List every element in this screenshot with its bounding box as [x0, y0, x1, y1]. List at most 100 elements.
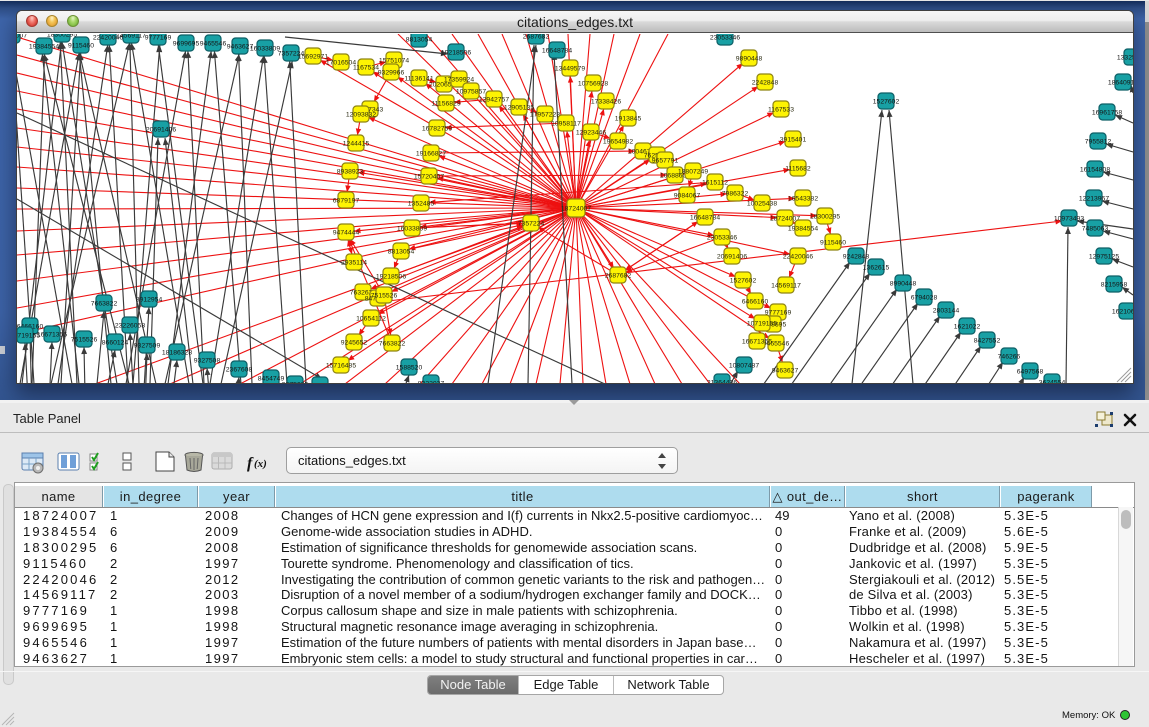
- svg-text:18640910: 18640910: [1108, 79, 1133, 86]
- svg-text:9463627: 9463627: [772, 367, 799, 374]
- svg-text:23053346: 23053346: [710, 34, 740, 41]
- svg-text:16671355: 16671355: [742, 338, 772, 345]
- svg-text:1913845: 1913845: [615, 115, 642, 122]
- svg-text:9242848: 9242848: [843, 253, 870, 260]
- svg-text:12975125: 12975125: [1089, 253, 1119, 260]
- svg-text:8813054: 8813054: [388, 248, 415, 255]
- svg-text:15720407: 15720407: [414, 173, 444, 180]
- svg-text:10975857: 10975857: [456, 88, 486, 95]
- svg-text:3875685: 3875685: [282, 381, 309, 383]
- svg-text:16648784: 16648784: [542, 47, 572, 54]
- svg-text:12093832: 12093832: [346, 111, 376, 118]
- svg-text:16543382: 16543382: [788, 195, 818, 202]
- svg-text:3915401: 3915401: [780, 136, 807, 143]
- svg-text:9890448: 9890448: [736, 55, 763, 62]
- svg-text:1527602: 1527602: [873, 98, 900, 105]
- svg-text:7955812: 7955812: [1085, 138, 1112, 145]
- svg-text:6879197: 6879197: [333, 197, 360, 204]
- svg-text:10807487: 10807487: [729, 362, 759, 369]
- svg-text:13449579: 13449579: [555, 65, 585, 72]
- svg-text:9115460: 9115460: [68, 42, 94, 49]
- svg-text:19218506: 19218506: [441, 49, 471, 56]
- svg-text:10719155: 10719155: [747, 320, 777, 327]
- svg-text:7515526: 7515526: [371, 292, 398, 299]
- svg-text:6794028: 6794028: [911, 294, 938, 301]
- svg-text:14569117: 14569117: [116, 34, 146, 39]
- svg-text:19384554: 19384554: [29, 43, 59, 50]
- svg-text:1615112: 1615112: [702, 179, 728, 186]
- svg-text:9327508: 9327508: [194, 357, 221, 364]
- svg-text:1167533: 1167533: [768, 106, 794, 113]
- svg-text:6497568: 6497568: [1017, 368, 1044, 375]
- svg-text:1352485: 1352485: [408, 200, 435, 207]
- svg-text:18724007: 18724007: [561, 205, 591, 212]
- svg-text:10958117: 10958117: [551, 120, 581, 127]
- svg-text:10756928: 10756928: [578, 80, 608, 87]
- svg-text:9465546: 9465546: [200, 40, 227, 47]
- svg-text:1362615: 1362615: [863, 264, 890, 271]
- svg-text:20691406: 20691406: [146, 126, 176, 133]
- svg-text:17957223: 17957223: [530, 111, 560, 118]
- svg-text:15716485: 15716485: [326, 362, 356, 369]
- svg-text:9777169: 9777169: [145, 34, 172, 41]
- svg-text:8990448: 8990448: [890, 280, 917, 287]
- svg-text:6466160: 6466160: [742, 298, 769, 305]
- svg-text:1244415: 1244415: [343, 140, 370, 147]
- svg-text:8427552: 8427552: [974, 337, 1001, 344]
- svg-text:7663822: 7663822: [379, 340, 406, 347]
- svg-text:18186328: 18186328: [162, 349, 192, 356]
- svg-text:16782759: 16782759: [422, 125, 452, 132]
- svg-text:746266: 746266: [998, 353, 1021, 360]
- svg-text:1527602: 1527602: [730, 277, 757, 284]
- svg-text:8912954: 8912954: [136, 296, 163, 303]
- svg-text:18807249: 18807249: [678, 168, 708, 175]
- svg-text:17016504: 17016504: [326, 59, 356, 66]
- svg-text:10973493: 10973493: [1054, 215, 1084, 222]
- svg-text:9245652: 9245652: [341, 339, 368, 346]
- svg-text:12942757: 12942757: [479, 96, 509, 103]
- svg-text:16154808: 16154808: [1080, 166, 1110, 173]
- svg-text:3624554: 3624554: [1039, 379, 1066, 383]
- svg-text:9084067: 9084067: [674, 192, 701, 199]
- svg-text:2687682: 2687682: [605, 272, 632, 279]
- svg-text:(x): (x): [254, 458, 267, 470]
- svg-text:8215958: 8215958: [1101, 281, 1128, 288]
- svg-text:10025438: 10025438: [747, 200, 777, 207]
- svg-text:14569117: 14569117: [771, 282, 801, 289]
- svg-text:9115460: 9115460: [820, 239, 846, 246]
- svg-text:18724007: 18724007: [17, 34, 27, 39]
- svg-text:19654982: 19654982: [603, 138, 633, 145]
- svg-text:f: f: [247, 455, 254, 472]
- svg-text:23053346: 23053346: [707, 234, 737, 241]
- svg-text:1167534: 1167534: [353, 64, 379, 71]
- svg-text:9699695: 9699695: [173, 40, 200, 47]
- svg-text:16961758: 16961758: [1092, 109, 1122, 116]
- svg-text:9146821: 9146821: [307, 382, 334, 383]
- svg-text:17338426: 17338426: [591, 98, 621, 105]
- svg-text:12923446: 12923446: [576, 129, 606, 136]
- svg-text:7485063: 7485063: [1082, 225, 1109, 232]
- svg-text:1115682: 1115682: [785, 165, 811, 172]
- svg-text:8454749: 8454749: [258, 375, 285, 382]
- svg-text:16033809: 16033809: [250, 45, 280, 52]
- svg-text:2367608: 2367608: [226, 366, 253, 373]
- svg-text:16671355: 16671355: [37, 331, 67, 338]
- svg-text:19384554: 19384554: [788, 225, 818, 232]
- svg-text:19166827: 19166827: [416, 150, 446, 157]
- svg-text:10654112: 10654112: [356, 315, 386, 322]
- svg-text:21364436: 21364436: [707, 379, 737, 383]
- svg-text:15751074: 15751074: [379, 57, 409, 64]
- svg-text:2242848: 2242848: [752, 79, 779, 86]
- svg-text:20691406: 20691406: [717, 253, 747, 260]
- svg-text:11156829: 11156829: [431, 100, 460, 107]
- svg-text:16210643: 16210643: [1112, 308, 1133, 315]
- svg-text:1588520: 1588520: [396, 364, 423, 371]
- svg-text:15692971: 15692971: [298, 53, 328, 60]
- svg-text:2803144: 2803144: [933, 307, 960, 314]
- svg-text:18300295: 18300295: [810, 213, 840, 220]
- svg-text:9327509: 9327509: [134, 342, 161, 349]
- svg-text:9657791: 9657791: [652, 157, 679, 164]
- svg-text:1621022: 1621022: [954, 323, 981, 330]
- svg-text:7663822: 7663822: [91, 300, 118, 307]
- svg-text:8322037: 8322037: [418, 380, 445, 383]
